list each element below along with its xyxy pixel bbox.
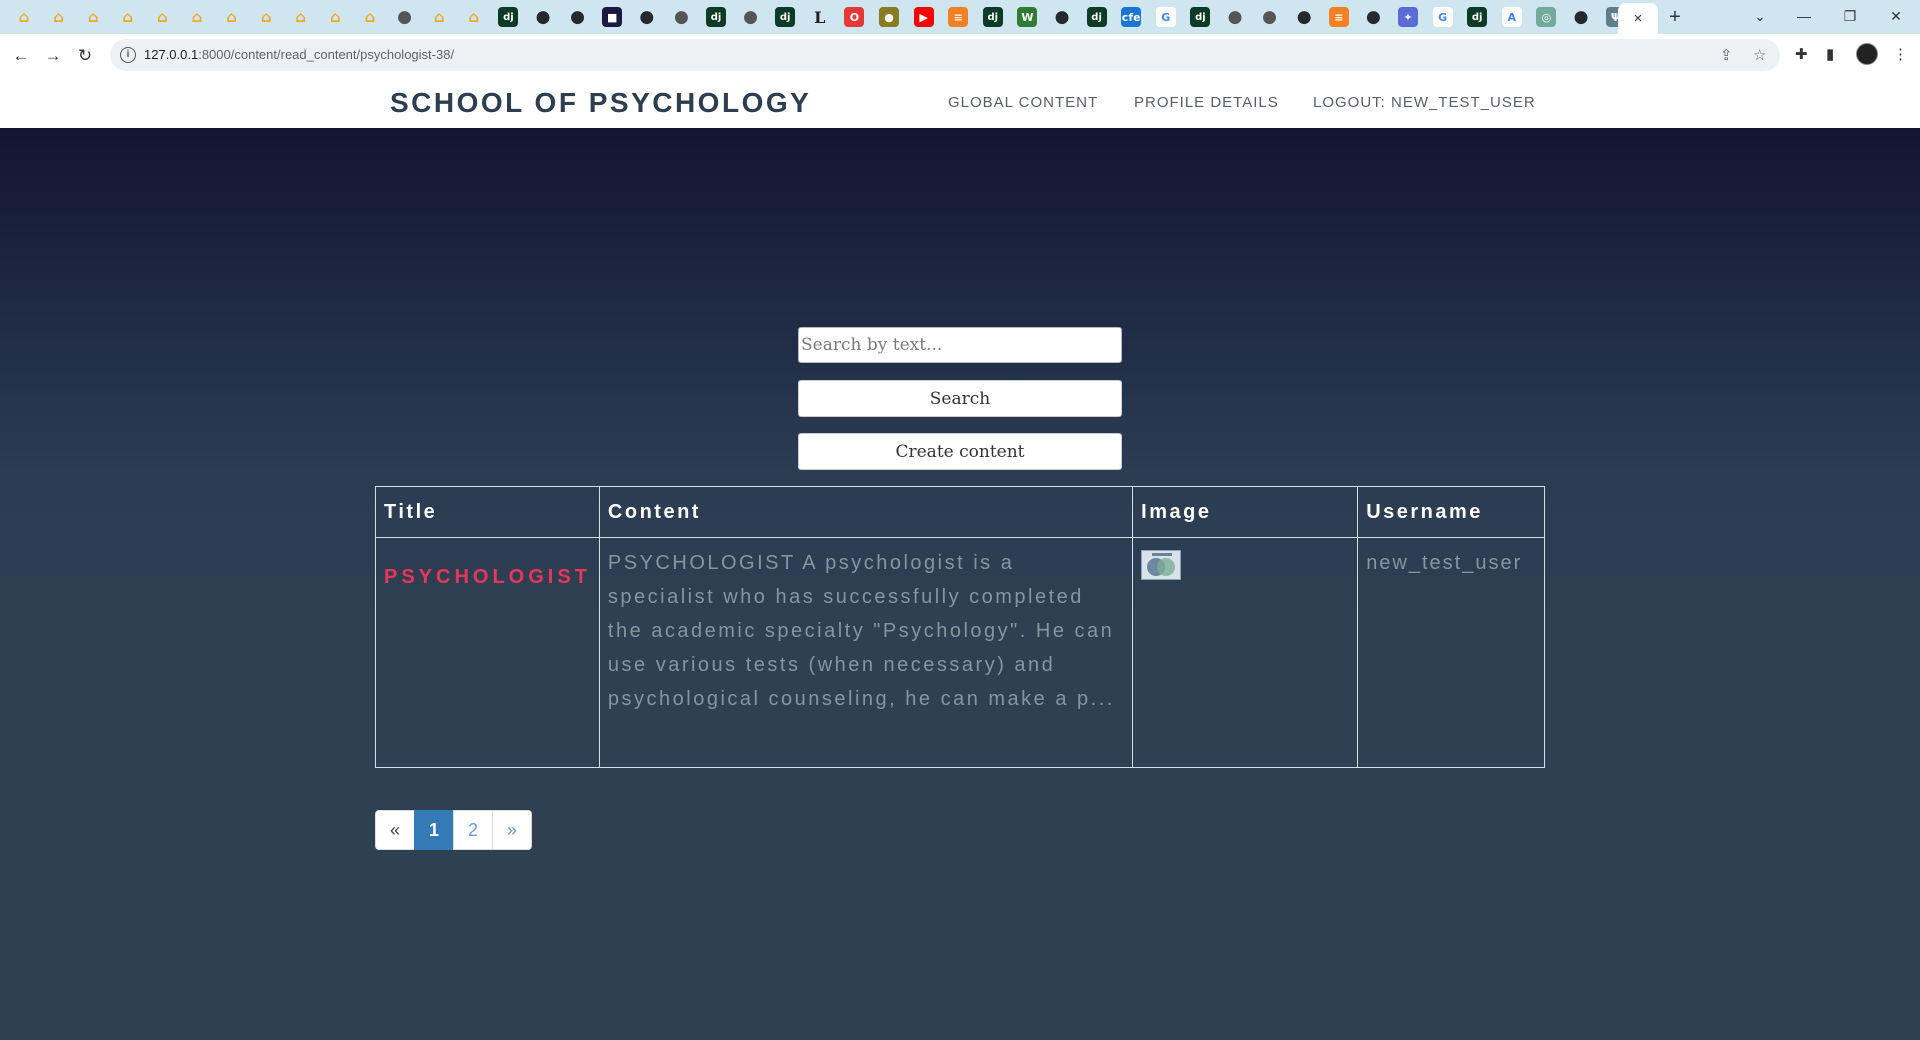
school-cap-icon[interactable]: ⌂ <box>187 7 207 27</box>
content-thumbnail-image[interactable] <box>1141 550 1182 580</box>
reload-icon[interactable]: ↻ <box>73 44 97 68</box>
school-cap-icon[interactable]: ⌂ <box>464 7 484 27</box>
github-icon[interactable]: ● <box>1294 7 1314 27</box>
github-icon[interactable]: ● <box>637 7 657 27</box>
pagination: « 1 2 » <box>375 810 532 850</box>
globe-icon[interactable]: ● <box>741 7 761 27</box>
column-header-title: Title <box>375 486 600 538</box>
content-table: Title Content Image Username PSYCHOLOGIS… <box>375 486 1545 768</box>
nav-logout[interactable]: LOGOUT: NEW_TEST_USER <box>1313 94 1536 111</box>
github-icon[interactable]: ● <box>568 7 588 27</box>
row-image-cell <box>1132 537 1359 768</box>
side-panel-icon[interactable]: ▮ <box>1826 45 1834 63</box>
django-icon[interactable]: dj <box>982 7 1003 27</box>
nav-global-content[interactable]: GLOBAL CONTENT <box>948 94 1098 111</box>
window-close-icon[interactable]: ✕ <box>1876 4 1916 28</box>
school-cap-icon[interactable]: ⌂ <box>325 7 345 27</box>
school-cap-icon[interactable]: ⌂ <box>152 7 172 27</box>
github-icon[interactable]: ● <box>1052 7 1072 27</box>
search-input[interactable] <box>798 327 1122 363</box>
school-cap-icon[interactable]: ⌂ <box>291 7 311 27</box>
youtube-icon[interactable]: ▶ <box>913 7 934 27</box>
back-arrow-icon[interactable]: ← <box>9 44 33 68</box>
stackoverflow-icon[interactable]: ≡ <box>948 7 969 27</box>
row-title-link[interactable]: PSYCHOLOGIST <box>375 537 600 768</box>
search-button[interactable]: Search <box>798 380 1122 417</box>
django-icon[interactable]: dj <box>1467 7 1488 27</box>
globe-icon[interactable]: ● <box>1260 7 1280 27</box>
cfe-icon[interactable]: cfe <box>1121 7 1142 27</box>
school-cap-icon[interactable]: ⌂ <box>49 7 69 27</box>
site-header: SCHOOL OF PSYCHOLOGY GLOBAL CONTENT PROF… <box>0 77 1920 128</box>
github-icon[interactable]: ● <box>1363 7 1383 27</box>
github-icon[interactable]: ● <box>1571 7 1591 27</box>
django-icon[interactable]: dj <box>775 7 796 27</box>
school-cap-icon[interactable]: ⌂ <box>118 7 138 27</box>
active-tab[interactable]: × <box>1618 3 1658 34</box>
table-header-row: Title Content Image Username <box>375 486 1545 538</box>
google-icon[interactable]: G <box>1432 7 1453 27</box>
school-cap-icon[interactable]: ⌂ <box>14 7 34 27</box>
column-header-image: Image <box>1132 486 1359 538</box>
forward-arrow-icon[interactable]: → <box>41 44 65 68</box>
bookmark-star-icon[interactable]: ☆ <box>1753 46 1766 64</box>
table-row: PSYCHOLOGIST PSYCHOLOGIST A psychologist… <box>375 537 1545 768</box>
stackoverflow-icon[interactable]: ≡ <box>1328 7 1349 27</box>
google-icon[interactable]: G <box>1155 7 1176 27</box>
pagination-page-1[interactable]: 1 <box>414 810 454 850</box>
create-content-button[interactable]: Create content <box>798 433 1122 470</box>
school-cap-icon[interactable]: ⌂ <box>83 7 103 27</box>
browser-tab-strip: ⌂ ⌂ ⌂ ⌂ ⌂ ⌂ ⌂ ⌂ ⌂ ⌂ ⌂ ● ⌂ ⌂ dj ● ● ■ ● ● dj ● dj L O ● ▶ ≡ dj W ● dj cfe… <box>0 0 1920 34</box>
school-cap-icon[interactable]: ⌂ <box>429 7 449 27</box>
django-icon[interactable]: dj <box>706 7 726 27</box>
column-header-content: Content <box>598 486 1134 538</box>
sparkle-icon[interactable]: ✦ <box>1398 7 1418 27</box>
nav-profile-details[interactable]: PROFILE DETAILS <box>1134 94 1279 111</box>
github-icon[interactable]: ● <box>533 7 553 27</box>
django-icon[interactable]: dj <box>1086 7 1107 27</box>
site-info-icon[interactable]: i <box>120 47 136 63</box>
address-bar[interactable]: i 127.0.0.1:8000/content/read_content/ps… <box>110 39 1780 71</box>
new-tab-button[interactable]: + <box>1663 6 1687 28</box>
extensions-puzzle-icon[interactable]: ✚ <box>1795 45 1808 63</box>
django-icon[interactable]: dj <box>1190 7 1211 27</box>
tab-search-icon[interactable]: ⌄ <box>1740 4 1780 28</box>
coin-icon[interactable]: ● <box>879 7 899 27</box>
row-content-text: PSYCHOLOGIST A psychologist is a special… <box>598 537 1134 768</box>
pagination-page-2[interactable]: 2 <box>453 810 493 850</box>
tab-close-icon[interactable]: × <box>1634 10 1643 27</box>
globe-icon[interactable]: ● <box>1225 7 1245 27</box>
school-cap-icon[interactable]: ⌂ <box>222 7 242 27</box>
restore-icon[interactable]: ❐ <box>1830 4 1870 28</box>
url-host: 127.0.0.1 <box>144 47 199 62</box>
app-icon[interactable]: ■ <box>602 7 623 27</box>
column-header-username: Username <box>1357 486 1545 538</box>
main-content: Search Create content Title Content Imag… <box>0 128 1920 1040</box>
school-cap-icon[interactable]: ⌂ <box>256 7 276 27</box>
l-icon[interactable]: L <box>810 7 830 27</box>
url-text[interactable]: 127.0.0.1:8000/content/read_content/psyc… <box>144 47 454 62</box>
browser-toolbar: ← → ↻ i 127.0.0.1:8000/content/read_cont… <box>0 34 1920 78</box>
pagination-prev[interactable]: « <box>375 810 415 850</box>
opera-icon[interactable]: O <box>844 7 865 27</box>
row-username: new_test_user <box>1357 537 1545 768</box>
school-cap-icon[interactable]: ⌂ <box>360 7 380 27</box>
translate-icon[interactable]: A <box>1501 7 1522 27</box>
w-icon[interactable]: W <box>1017 7 1038 27</box>
browser-menu-icon[interactable]: ⋮ <box>1893 45 1908 63</box>
globe-icon[interactable]: ● <box>671 7 691 27</box>
pagination-next[interactable]: » <box>492 810 532 850</box>
globe-icon[interactable]: ● <box>395 7 415 27</box>
profile-avatar[interactable] <box>1856 43 1878 65</box>
share-icon[interactable]: ⇪ <box>1720 46 1733 64</box>
chatgpt-icon[interactable]: ◎ <box>1536 7 1557 27</box>
django-icon[interactable]: dj <box>498 7 519 27</box>
brand-title[interactable]: SCHOOL OF PSYCHOLOGY <box>390 87 811 119</box>
url-path: :8000/content/read_content/psychologist-… <box>198 47 455 62</box>
minimize-icon[interactable]: — <box>1784 4 1824 28</box>
